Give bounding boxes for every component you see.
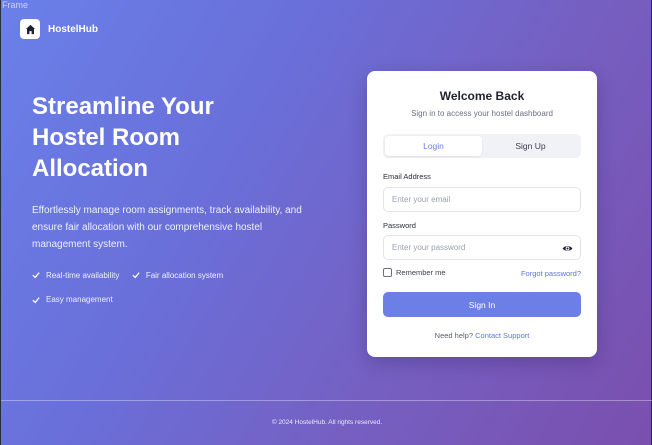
feature-label: Fair allocation system	[145, 270, 224, 280]
feature-item: Fair allocation system	[132, 271, 223, 280]
card-subtitle: Sign in to access your hostel dashboard	[411, 109, 553, 118]
feature-label: Easy management	[46, 295, 113, 304]
contact-support-link[interactable]: Contact Support	[475, 331, 529, 340]
remember-label: Remember me	[396, 268, 446, 277]
email-field[interactable]	[384, 195, 580, 204]
copyright-text: © 2024 HostelHub. All rights reserved.	[271, 419, 383, 426]
brand-name: HostelHub	[48, 23, 98, 35]
auth-tabs: Login Sign Up	[383, 134, 581, 158]
password-label: Password	[383, 221, 416, 230]
email-field-wrapper	[383, 187, 581, 212]
password-field[interactable]	[384, 243, 580, 252]
email-label: Email Address	[383, 172, 431, 181]
help-label: Need help?	[434, 331, 474, 340]
tab-login[interactable]: Login	[385, 136, 482, 156]
remember-checkbox[interactable]	[383, 268, 392, 277]
home-icon	[20, 19, 40, 39]
frame-label: Frame	[2, 0, 29, 10]
help-text: Need help? Contact Support	[367, 331, 597, 340]
eye-icon[interactable]	[562, 243, 573, 254]
feature-item: Real-time availability	[32, 271, 119, 280]
sign-in-button[interactable]: Sign In	[383, 292, 581, 317]
page-background: HostelHub Streamline Your Hostel Room Al…	[0, 0, 652, 445]
feature-label: Real-time availability	[46, 270, 120, 280]
hero-description: Effortlessly manage room assignments, tr…	[32, 205, 302, 250]
tab-sign-up[interactable]: Sign Up	[482, 136, 579, 156]
card-title: Welcome Back	[439, 89, 525, 103]
check-icon	[32, 272, 40, 279]
feature-list: Real-time availability Fair allocation s…	[32, 266, 262, 315]
hero-title: Streamline Your Hostel Room Allocation	[32, 93, 214, 182]
footer: © 2024 HostelHub. All rights reserved.	[1, 400, 652, 444]
feature-item: Easy management	[32, 295, 113, 304]
check-icon	[132, 272, 140, 279]
forgot-password-link[interactable]: Forgot password?	[521, 269, 581, 278]
password-field-wrapper	[383, 235, 581, 260]
remember-me[interactable]: Remember me	[383, 268, 446, 277]
brand[interactable]: HostelHub	[20, 19, 98, 39]
check-icon	[32, 296, 40, 303]
login-card: Welcome Back Sign in to access your host…	[367, 71, 597, 357]
